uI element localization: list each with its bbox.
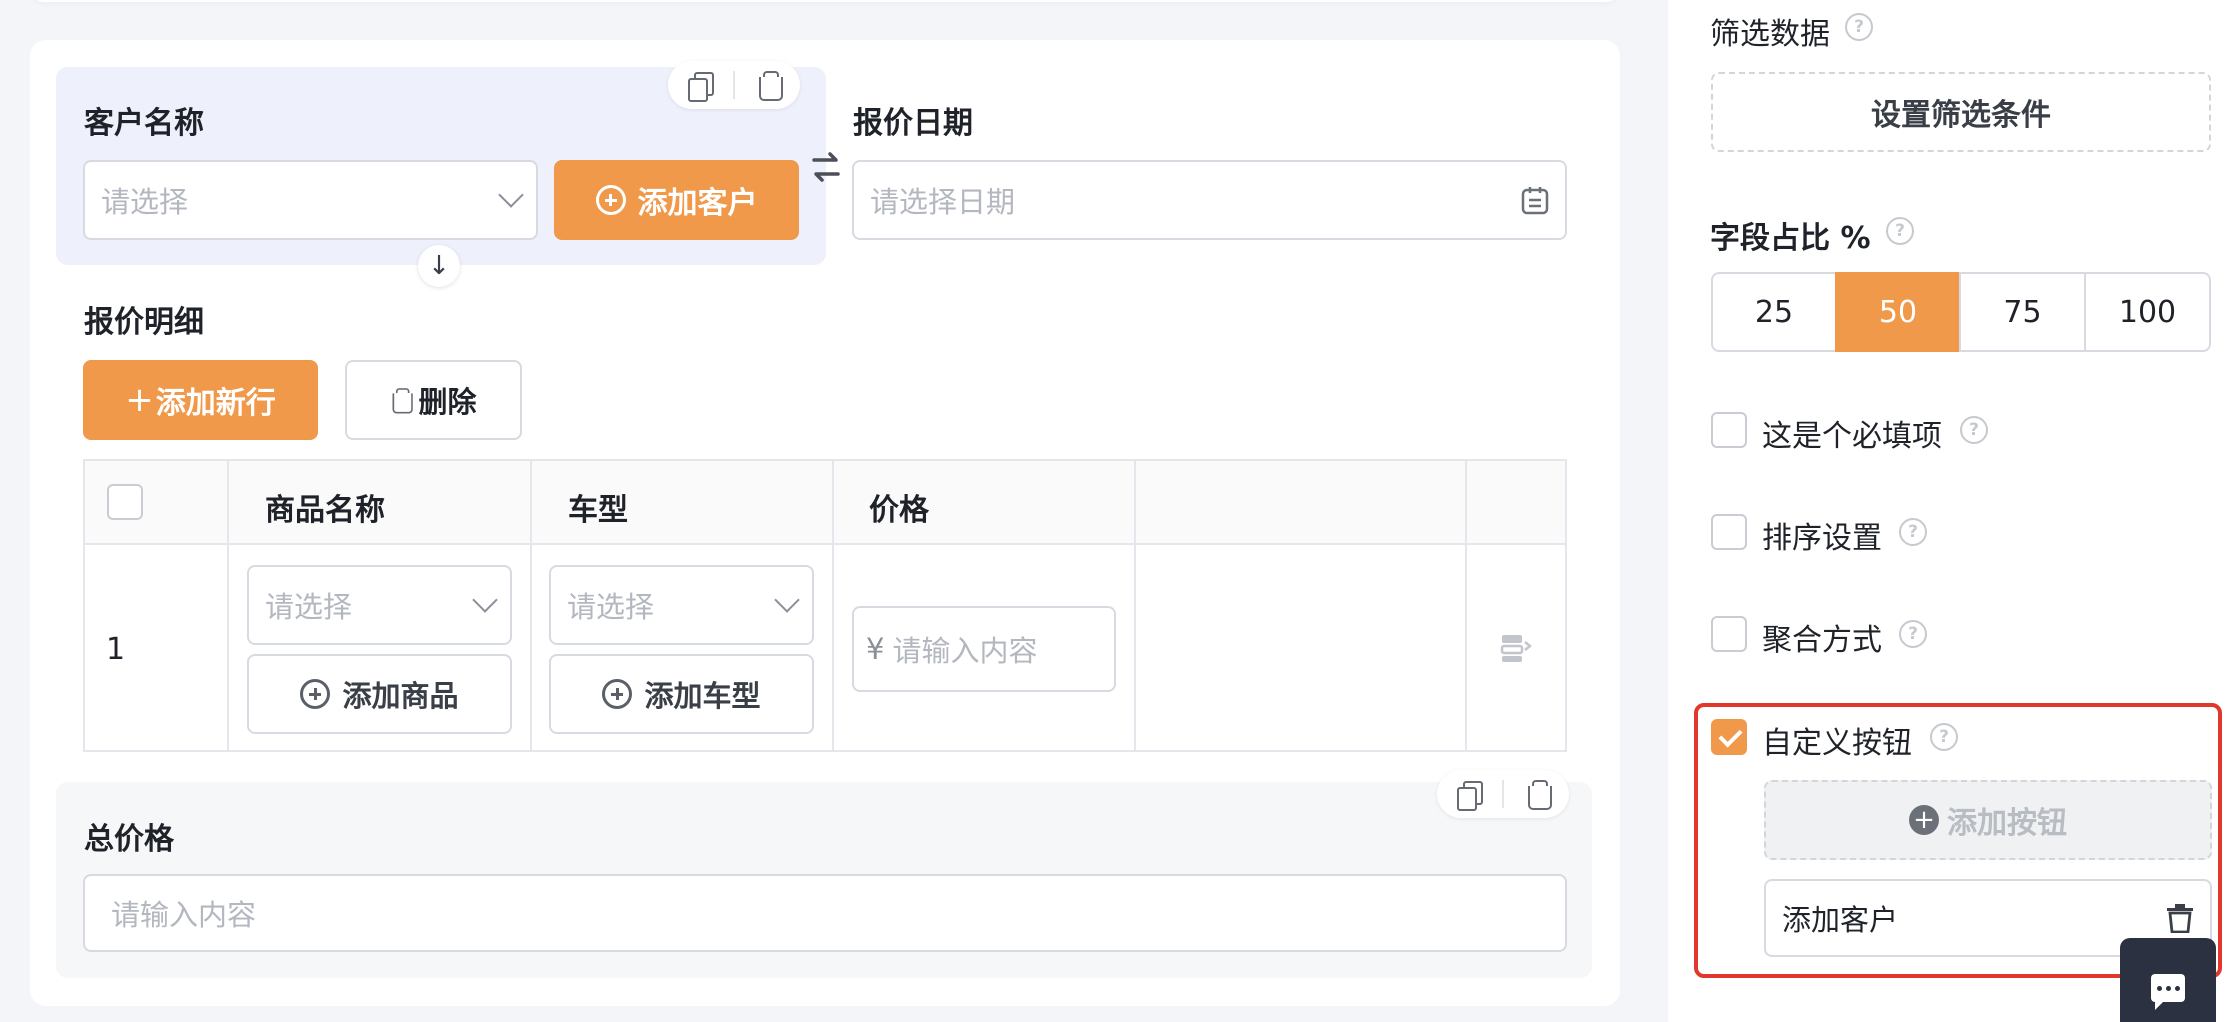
custom-button-label: 自定义按钮	[1762, 726, 1912, 761]
product-select-placeholder: 请选择	[265, 590, 353, 624]
add-product-button[interactable]: 添加商品	[247, 654, 512, 734]
set-filter-button[interactable]: 设置筛选条件	[1711, 72, 2211, 152]
total-label: 总价格	[84, 822, 174, 857]
calendar-icon	[1521, 187, 1549, 215]
copy-icon[interactable]	[1456, 781, 1483, 811]
arrow-down-icon[interactable]: ↓	[418, 245, 460, 287]
quote-date-picker[interactable]: 请选择日期	[852, 160, 1567, 240]
total-input-placeholder: 请输入内容	[111, 898, 257, 932]
required-label: 这是个必填项	[1762, 419, 1942, 454]
column-divider	[832, 459, 834, 752]
ratio-option-75[interactable]: 75	[1959, 272, 2086, 352]
ratio-option-50[interactable]: 50	[1835, 272, 1961, 352]
help-icon[interactable]: ?	[1899, 518, 1927, 546]
column-divider	[1465, 459, 1467, 752]
copy-icon[interactable]	[687, 72, 714, 102]
details-label: 报价明细	[84, 305, 204, 340]
customer-select[interactable]: 请选择	[83, 160, 538, 240]
aggregate-checkbox[interactable]	[1711, 616, 1747, 652]
customer-select-placeholder: 请选择	[101, 185, 189, 219]
column-header-product: 商品名称	[265, 493, 385, 528]
quote-date-placeholder: 请选择日期	[870, 185, 1016, 219]
column-header-price: 价格	[869, 493, 929, 528]
required-checkbox[interactable]	[1711, 412, 1747, 448]
chevron-down-icon	[472, 587, 498, 613]
add-model-label: 添加车型	[644, 679, 761, 713]
product-select[interactable]: 请选择	[247, 565, 512, 645]
trash-icon[interactable]	[2166, 903, 2194, 933]
price-input[interactable]: ¥ 请输入内容	[852, 606, 1116, 692]
currency-symbol: ¥	[866, 632, 885, 666]
add-product-label: 添加商品	[342, 679, 459, 713]
column-divider	[227, 459, 229, 752]
help-icon[interactable]: ?	[1930, 723, 1958, 751]
field-action-bar	[1437, 770, 1569, 818]
column-divider	[1134, 459, 1136, 752]
total-input[interactable]: 请输入内容	[83, 874, 1567, 952]
column-header-model: 车型	[568, 493, 628, 528]
add-model-button[interactable]: 添加车型	[549, 654, 814, 734]
trash-icon	[392, 388, 414, 414]
field-action-bar	[668, 61, 800, 109]
column-divider	[530, 459, 532, 752]
sort-checkbox[interactable]	[1711, 514, 1747, 550]
add-row-button[interactable]: + 添加新行	[83, 360, 318, 440]
chevron-down-icon	[774, 587, 800, 613]
add-custom-button[interactable]: + 添加按钮	[1764, 780, 2212, 860]
model-select[interactable]: 请选择	[549, 565, 814, 645]
sort-label: 排序设置	[1762, 521, 1882, 556]
chat-icon	[2151, 974, 2185, 1010]
add-customer-label: 添加客户	[637, 186, 758, 221]
plus-circle-icon	[595, 185, 626, 215]
delete-label: 删除	[418, 385, 477, 419]
delete-rows-button[interactable]: 删除	[345, 360, 522, 440]
row-settings-icon[interactable]	[1500, 632, 1533, 668]
width-ratio-label: 字段占比 %	[1710, 221, 1871, 256]
row-index: 1	[106, 632, 126, 667]
ratio-option-100[interactable]: 100	[2084, 272, 2211, 352]
plus-circle-icon: +	[1909, 805, 1939, 835]
help-icon[interactable]: ?	[1886, 217, 1914, 245]
plus-circle-icon	[602, 679, 633, 709]
add-customer-button[interactable]: 添加客户	[554, 160, 799, 240]
custom-button-checkbox[interactable]	[1711, 719, 1747, 755]
select-all-checkbox[interactable]	[107, 484, 143, 520]
aggregate-label: 聚合方式	[1762, 623, 1882, 658]
price-input-placeholder: 请输入内容	[892, 634, 1038, 668]
help-icon[interactable]: ?	[1899, 620, 1927, 648]
divider	[732, 71, 735, 99]
plus-circle-icon	[300, 679, 331, 709]
swap-icon[interactable]	[806, 146, 846, 190]
help-icon[interactable]: ?	[1960, 416, 1988, 444]
add-row-label: 添加新行	[155, 386, 276, 421]
custom-button-item-label: 添加客户	[1782, 903, 1899, 937]
chevron-down-icon	[498, 182, 524, 208]
filter-label: 筛选数据	[1710, 17, 1830, 52]
trash-icon[interactable]	[1527, 780, 1553, 810]
add-custom-button-label: 添加按钮	[1947, 806, 2067, 841]
help-icon[interactable]: ?	[1845, 13, 1873, 41]
chat-button[interactable]	[2120, 938, 2216, 1022]
previous-component-edge	[30, 0, 1620, 2]
model-select-placeholder: 请选择	[567, 590, 655, 624]
ratio-option-25[interactable]: 25	[1711, 272, 1837, 352]
customer-label: 客户名称	[84, 106, 204, 141]
trash-icon[interactable]	[758, 71, 784, 101]
quote-date-label: 报价日期	[853, 106, 973, 141]
plus-icon: +	[125, 380, 154, 420]
divider	[1501, 780, 1504, 808]
